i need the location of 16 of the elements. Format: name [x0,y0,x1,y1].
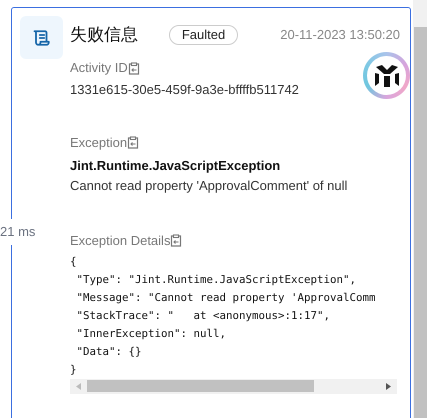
duration-label: 21 ms [0,219,36,244]
scrollbar-thumb[interactable] [87,380,314,392]
exception-message: Cannot read property 'ApprovalComment' of null [70,177,348,195]
exception-type: Jint.Runtime.JavaScriptException [70,156,282,175]
field-label: Exception [70,134,128,152]
timestamp: 20-11-2023 13:50:20 [280,26,400,44]
code-text: { "Type": "Jint.Runtime.JavaScriptException", "Message": "Cannot read property 'ApprovalComm "StackTrace": " at <anonymous>:1:17", "InnerException": null, "Data": {} } [70,254,377,378]
field-label: Activity ID [70,59,128,78]
status-badge: Faulted [169,24,238,44]
field-label: Exception Details [70,232,170,250]
title: 失败信息 [70,24,139,46]
scroll-icon [20,16,63,59]
field-value: 1331e615-30e5-459f-9a3e-bffffb511742 [70,81,300,99]
copy-icon[interactable] [128,62,140,74]
copy-icon[interactable] [127,136,140,149]
copy-icon[interactable] [170,234,182,247]
